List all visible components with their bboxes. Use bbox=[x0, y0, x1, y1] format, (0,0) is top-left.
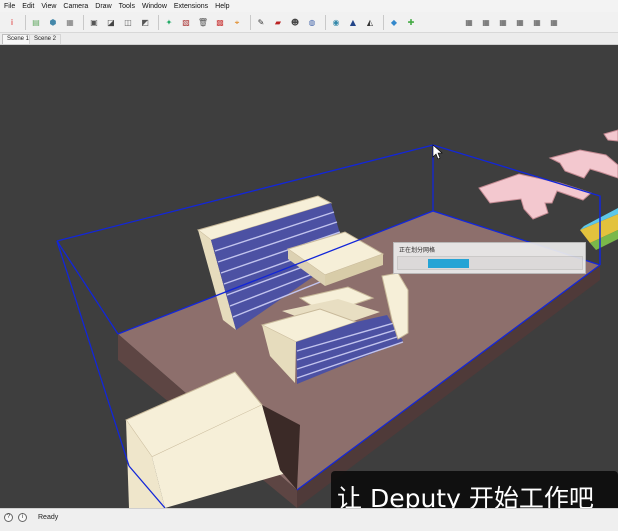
sketchup-window: File Edit View Camera Draw Tools Window … bbox=[0, 0, 618, 531]
get-models-icon[interactable]: ▤ bbox=[29, 16, 43, 30]
section-icon[interactable]: ◍ bbox=[305, 16, 319, 30]
trash-icon[interactable]: 🗑 bbox=[196, 16, 210, 30]
view-top-icon[interactable]: ▦ bbox=[479, 16, 493, 30]
share-model-icon[interactable]: ⬢ bbox=[46, 16, 60, 30]
view-back-icon[interactable]: ▦ bbox=[530, 16, 544, 30]
toolbar-separator bbox=[25, 15, 26, 30]
model-info-icon[interactable]: ◪ bbox=[104, 16, 118, 30]
menu-extensions[interactable]: Extensions bbox=[174, 3, 208, 10]
menu-camera[interactable]: Camera bbox=[63, 3, 88, 10]
toolbar-separator bbox=[325, 15, 326, 30]
map-pin-icon[interactable]: ⌖ bbox=[230, 16, 244, 30]
box-icon[interactable]: ▩ bbox=[213, 16, 227, 30]
status-bar: ? i Ready bbox=[0, 508, 618, 531]
ruby-console-icon[interactable]: ▣ bbox=[87, 16, 101, 30]
layers-icon[interactable]: ▦ bbox=[63, 16, 77, 30]
menu-view[interactable]: View bbox=[41, 3, 56, 10]
menu-edit[interactable]: Edit bbox=[22, 3, 34, 10]
globe-icon[interactable]: ◉ bbox=[329, 16, 343, 30]
report-icon[interactable]: ▧ bbox=[179, 16, 193, 30]
menu-help[interactable]: Help bbox=[215, 3, 229, 10]
info-icon[interactable]: i bbox=[18, 513, 27, 522]
menu-bar: File Edit View Camera Draw Tools Window … bbox=[0, 0, 618, 12]
progress-fill bbox=[428, 259, 469, 268]
menu-draw[interactable]: Draw bbox=[95, 3, 111, 10]
materials-icon[interactable]: ◩ bbox=[138, 16, 152, 30]
extension-icon[interactable]: ✚ bbox=[404, 16, 418, 30]
progress-title: 正在划分网格 bbox=[399, 247, 436, 254]
toolbar-views-group: ▦ ▦ ▦ ▦ ▦ ▦ bbox=[462, 14, 564, 31]
toolbar: i ▤ ⬢ ▦ ▣ ◪ ◫ ◩ ✦ ▧ 🗑 ▩ ⌖ ✎ ▰ ☻ ◍ ◉ ▲ ◭ ◆ ✚ ▦ ▦ ▦ ▦ ▦ ▦ bbox=[0, 12, 618, 33]
3d-viewport[interactable]: 正在划分网格 bbox=[0, 45, 618, 508]
walk-icon[interactable]: ☻ bbox=[288, 16, 302, 30]
paint-icon[interactable]: ▰ bbox=[271, 16, 285, 30]
view-right-icon[interactable]: ▦ bbox=[513, 16, 527, 30]
scene-tabs: Scene 1 Scene 2 bbox=[0, 33, 618, 45]
components-icon[interactable]: ◫ bbox=[121, 16, 135, 30]
view-iso-icon[interactable]: ▦ bbox=[462, 16, 476, 30]
toolbar-separator bbox=[250, 15, 251, 30]
status-text: Ready bbox=[38, 514, 59, 521]
warehouse-icon[interactable]: ◆ bbox=[387, 16, 401, 30]
toolbar-separator bbox=[158, 15, 159, 30]
model-canvas[interactable] bbox=[0, 45, 618, 508]
view-left-icon[interactable]: ▦ bbox=[547, 16, 561, 30]
menu-window[interactable]: Window bbox=[142, 3, 167, 10]
instructor-icon[interactable]: i bbox=[5, 16, 19, 30]
meshing-progress-dialog: 正在划分网格 bbox=[393, 242, 586, 274]
pencil-icon[interactable]: ✎ bbox=[254, 16, 268, 30]
progress-track bbox=[397, 256, 583, 270]
toolbar-separator bbox=[83, 15, 84, 30]
tab-scene-2[interactable]: Scene 2 bbox=[29, 34, 62, 44]
menu-tools[interactable]: Tools bbox=[119, 3, 135, 10]
toolbar-separator bbox=[383, 15, 384, 30]
star-icon[interactable]: ✦ bbox=[162, 16, 176, 30]
menu-file[interactable]: File bbox=[4, 3, 15, 10]
shadow-icon[interactable]: ◭ bbox=[363, 16, 377, 30]
view-front-icon[interactable]: ▦ bbox=[496, 16, 510, 30]
toolbar-main-group: i ▤ ⬢ ▦ ▣ ◪ ◫ ◩ ✦ ▧ 🗑 ▩ ⌖ ✎ ▰ ☻ ◍ ◉ ▲ ◭ ◆ ✚ bbox=[5, 14, 421, 31]
sandbox-icon[interactable]: ▲ bbox=[346, 16, 360, 30]
help-icon[interactable]: ? bbox=[4, 513, 13, 522]
